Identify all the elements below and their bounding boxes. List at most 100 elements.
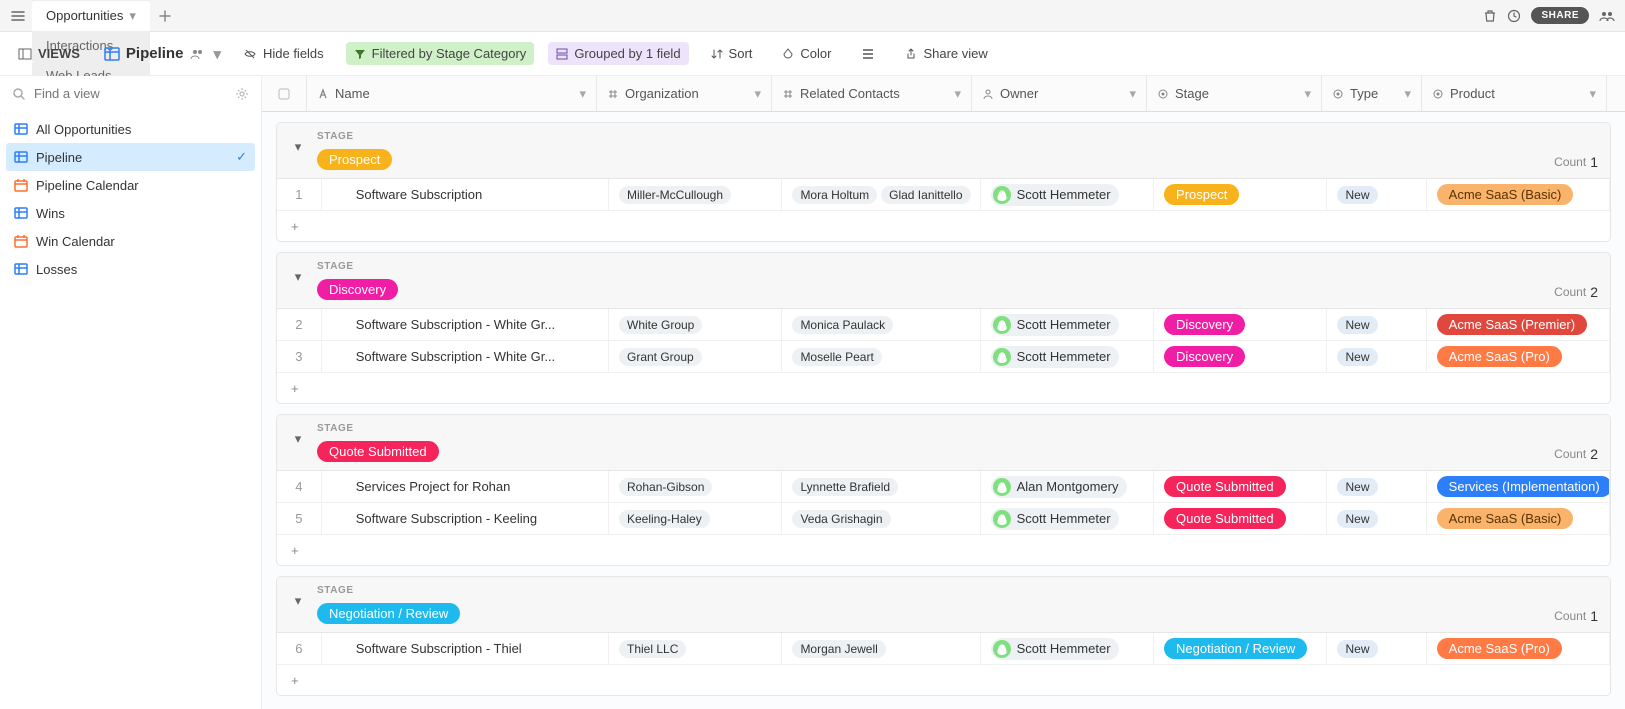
cell-type[interactable]: New (1327, 633, 1426, 664)
collapse-icon[interactable]: ▾ (289, 431, 307, 447)
cell-product[interactable]: Acme SaaS (Basic) (1427, 179, 1610, 210)
views-toggle[interactable]: VIEWS (8, 42, 90, 65)
cell-organization[interactable]: White Group (609, 309, 782, 340)
chevron-down-icon[interactable]: ▾ (1404, 86, 1411, 102)
cell-type[interactable]: New (1327, 179, 1426, 210)
cell-product[interactable]: Acme SaaS (Pro) (1427, 633, 1610, 664)
cell-owner[interactable]: Scott Hemmeter (981, 503, 1154, 534)
row-height-button[interactable] (853, 44, 883, 64)
cell-contacts[interactable]: Morgan Jewell (782, 633, 980, 664)
table-row[interactable]: 3Software Subscription - White Gr...Gran… (277, 341, 1610, 373)
table-row[interactable]: 6Software Subscription - ThielThiel LLCM… (277, 633, 1610, 665)
chevron-down-icon[interactable]: ▾ (1304, 86, 1311, 102)
group-header[interactable]: STAGE▾DiscoveryCount 2 (277, 253, 1610, 309)
cell-contacts[interactable]: Mora Holtum Glad Ianittello (782, 179, 980, 210)
gear-icon[interactable] (235, 87, 249, 101)
sidebar-view-wins[interactable]: Wins✓ (6, 199, 255, 227)
cell-name[interactable]: Software Subscription - Thiel (322, 633, 609, 664)
sidebar-view-win-calendar[interactable]: Win Calendar✓ (6, 227, 255, 255)
search-input[interactable] (34, 86, 227, 101)
cell-stage[interactable]: Discovery (1154, 309, 1327, 340)
add-row-button[interactable]: + (277, 373, 1610, 403)
cell-product[interactable]: Services (Implementation) (1427, 471, 1610, 502)
collapse-icon[interactable]: ▾ (289, 139, 307, 155)
column-header-name[interactable]: Name▾ (307, 76, 597, 111)
tab-opportunities[interactable]: Opportunities▾ (32, 1, 150, 31)
menu-icon[interactable] (4, 0, 32, 32)
cell-name[interactable]: Services Project for Rohan (322, 471, 609, 502)
group-header[interactable]: STAGE▾Negotiation / ReviewCount 1 (277, 577, 1610, 633)
sidebar-view-pipeline[interactable]: Pipeline✓ (6, 143, 255, 171)
cell-organization[interactable]: Keeling-Haley (609, 503, 782, 534)
column-header-product[interactable]: Product▾ (1422, 76, 1607, 111)
cell-name[interactable]: Software Subscription - Keeling (322, 503, 609, 534)
history-icon[interactable] (1507, 9, 1521, 23)
sidebar-view-losses[interactable]: Losses✓ (6, 255, 255, 283)
cell-owner[interactable]: Alan Montgomery (981, 471, 1154, 502)
chevron-down-icon[interactable]: ▾ (579, 86, 586, 102)
cell-product[interactable]: Acme SaaS (Premier) (1427, 309, 1610, 340)
view-title[interactable]: Pipeline ▾ (104, 45, 221, 63)
cell-contacts[interactable]: Monica Paulack (782, 309, 980, 340)
select-all-checkbox[interactable] (262, 76, 307, 111)
color-button[interactable]: Color (774, 42, 839, 65)
group-header[interactable]: STAGE▾Quote SubmittedCount 2 (277, 415, 1610, 471)
cell-product[interactable]: Acme SaaS (Pro) (1427, 341, 1610, 372)
chevron-down-icon[interactable]: ▾ (754, 86, 761, 102)
collapse-icon[interactable]: ▾ (289, 269, 307, 285)
cell-stage[interactable]: Quote Submitted (1154, 471, 1327, 502)
trash-icon[interactable] (1483, 9, 1497, 23)
group-header[interactable]: STAGE▾ProspectCount 1 (277, 123, 1610, 179)
column-header-contacts[interactable]: Related Contacts▾ (772, 76, 972, 111)
cell-organization[interactable]: Thiel LLC (609, 633, 782, 664)
cell-product[interactable]: Acme SaaS (Basic) (1427, 503, 1610, 534)
sort-button[interactable]: Sort (703, 42, 761, 65)
cell-type[interactable]: New (1327, 503, 1426, 534)
cell-owner[interactable]: Scott Hemmeter (981, 309, 1154, 340)
column-header-owner[interactable]: Owner▾ (972, 76, 1147, 111)
chevron-down-icon[interactable]: ▾ (213, 45, 221, 63)
column-header-stage[interactable]: Stage▾ (1147, 76, 1322, 111)
cell-type[interactable]: New (1327, 309, 1426, 340)
table-row[interactable]: 4Services Project for RohanRohan-GibsonL… (277, 471, 1610, 503)
cell-contacts[interactable]: Veda Grishagin (782, 503, 980, 534)
cell-type[interactable]: New (1327, 341, 1426, 372)
share-button[interactable]: SHARE (1531, 7, 1589, 24)
column-header-organization[interactable]: Organization▾ (597, 76, 772, 111)
sidebar-view-pipeline-calendar[interactable]: Pipeline Calendar✓ (6, 171, 255, 199)
cell-organization[interactable]: Miller-McCullough (609, 179, 782, 210)
cell-type[interactable]: New (1327, 471, 1426, 502)
cell-stage[interactable]: Quote Submitted (1154, 503, 1327, 534)
cell-contacts[interactable]: Lynnette Brafield (782, 471, 980, 502)
table-row[interactable]: 2Software Subscription - White Gr...Whit… (277, 309, 1610, 341)
collapse-icon[interactable]: ▾ (289, 593, 307, 609)
sidebar-view-all-opportunities[interactable]: All Opportunities✓ (6, 115, 255, 143)
people-icon[interactable] (1599, 9, 1615, 23)
table-row[interactable]: 1Software SubscriptionMiller-McCulloughM… (277, 179, 1610, 211)
collaborators-icon[interactable] (189, 47, 207, 61)
cell-organization[interactable]: Grant Group (609, 341, 782, 372)
column-header-type[interactable]: Type▾ (1322, 76, 1422, 111)
chevron-down-icon[interactable]: ▾ (954, 86, 961, 102)
cell-contacts[interactable]: Moselle Peart (782, 341, 980, 372)
filter-button[interactable]: Filtered by Stage Category (346, 42, 535, 65)
cell-organization[interactable]: Rohan-Gibson (609, 471, 782, 502)
cell-stage[interactable]: Negotiation / Review (1154, 633, 1327, 664)
group-button[interactable]: Grouped by 1 field (548, 42, 688, 65)
add-tab-button[interactable] (152, 3, 178, 29)
cell-stage[interactable]: Prospect (1154, 179, 1327, 210)
share-view-button[interactable]: Share view (897, 42, 995, 65)
cell-name[interactable]: Software Subscription - White Gr... (322, 309, 609, 340)
cell-owner[interactable]: Scott Hemmeter (981, 633, 1154, 664)
chevron-down-icon[interactable]: ▾ (1129, 86, 1136, 102)
cell-owner[interactable]: Scott Hemmeter (981, 341, 1154, 372)
add-row-button[interactable]: + (277, 535, 1610, 565)
chevron-down-icon[interactable]: ▾ (1589, 86, 1596, 102)
add-row-button[interactable]: + (277, 665, 1610, 695)
hide-fields-button[interactable]: Hide fields (235, 42, 332, 65)
cell-name[interactable]: Software Subscription - White Gr... (322, 341, 609, 372)
add-row-button[interactable]: + (277, 211, 1610, 241)
table-row[interactable]: 5Software Subscription - KeelingKeeling-… (277, 503, 1610, 535)
cell-name[interactable]: Software Subscription (322, 179, 609, 210)
cell-owner[interactable]: Scott Hemmeter (981, 179, 1154, 210)
